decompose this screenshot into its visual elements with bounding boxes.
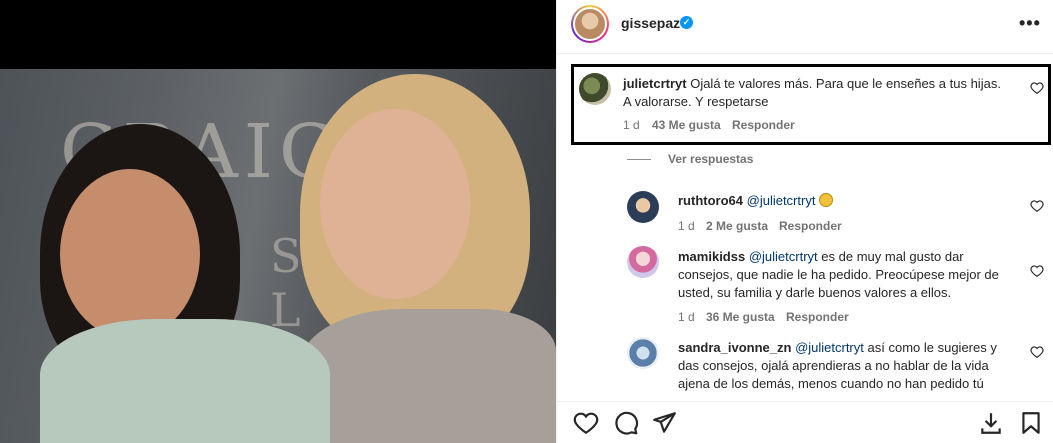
reply-mention-link[interactable]: @julietcrtryt (795, 340, 864, 355)
reply-username[interactable]: sandra_ivonne_zn (678, 340, 791, 355)
comment-likes[interactable]: 43 Me gusta (652, 118, 721, 132)
reply-username[interactable]: ruthtoro64 (678, 193, 743, 208)
reply-time: 1 d (678, 310, 695, 324)
comment-avatar[interactable] (579, 73, 611, 105)
post-photo[interactable]: CRAIG OU S C O L (0, 69, 556, 443)
post-media: CRAIG OU S C O L (0, 0, 556, 443)
reply-avatar[interactable] (627, 337, 659, 369)
reply-body: ruthtoro64 @julietcrtryt (678, 192, 1018, 210)
person-right-dress (300, 309, 556, 443)
view-replies-line (627, 159, 651, 160)
worried-face-emoji-icon (819, 193, 834, 207)
reply-mention-link[interactable]: @julietcrtryt (747, 193, 816, 208)
share-icon[interactable] (651, 410, 677, 436)
heart-icon[interactable] (573, 410, 599, 436)
post-header: gissepaz ✓ ••• (557, 0, 1053, 54)
reply-like-heart-icon[interactable] (1030, 345, 1044, 359)
comments-panel: gissepaz ✓ ••• julietcrtryt Ojalá te val… (556, 0, 1053, 443)
person-left-face (60, 169, 200, 339)
verified-badge-icon: ✓ (680, 16, 693, 29)
author-avatar[interactable] (571, 5, 609, 43)
bookmark-icon[interactable] (1018, 410, 1044, 436)
reply-like-heart-icon[interactable] (1030, 199, 1044, 213)
reply-likes[interactable]: 36 Me gusta (706, 310, 775, 324)
comment-reply-button[interactable]: Responder (732, 118, 795, 132)
reply-body: sandra_ivonne_zn @julietcrtryt así como … (678, 339, 1018, 401)
person-right-face (320, 109, 470, 299)
reply-time: 1 d (678, 219, 695, 233)
person-left-dress (40, 319, 330, 443)
reply-mention-link[interactable]: @julietcrtryt (749, 249, 818, 264)
comment-like-heart-icon[interactable] (1030, 81, 1044, 95)
reply-likes[interactable]: 2 Me gusta (706, 219, 768, 233)
comment-time: 1 d (623, 118, 640, 132)
reply-reply-button[interactable]: Responder (779, 219, 842, 233)
reply-avatar[interactable] (627, 246, 659, 278)
comment-icon[interactable] (613, 410, 639, 436)
reply-like-heart-icon[interactable] (1030, 264, 1044, 278)
reply-body: mamikidss @julietcrtryt es de muy mal gu… (678, 248, 1018, 302)
reply-username[interactable]: mamikidss (678, 249, 745, 264)
more-options-icon[interactable]: ••• (1019, 13, 1041, 34)
comment-username[interactable]: julietcrtryt (623, 76, 687, 91)
view-replies-button[interactable]: Ver respuestas (668, 152, 753, 166)
author-username[interactable]: gissepaz (621, 15, 680, 31)
download-icon[interactable] (978, 410, 1004, 436)
post-action-bar (557, 401, 1053, 443)
reply-avatar[interactable] (627, 191, 659, 223)
reply-reply-button[interactable]: Responder (786, 310, 849, 324)
comment-body: julietcrtryt Ojalá te valores más. Para … (623, 75, 1008, 111)
